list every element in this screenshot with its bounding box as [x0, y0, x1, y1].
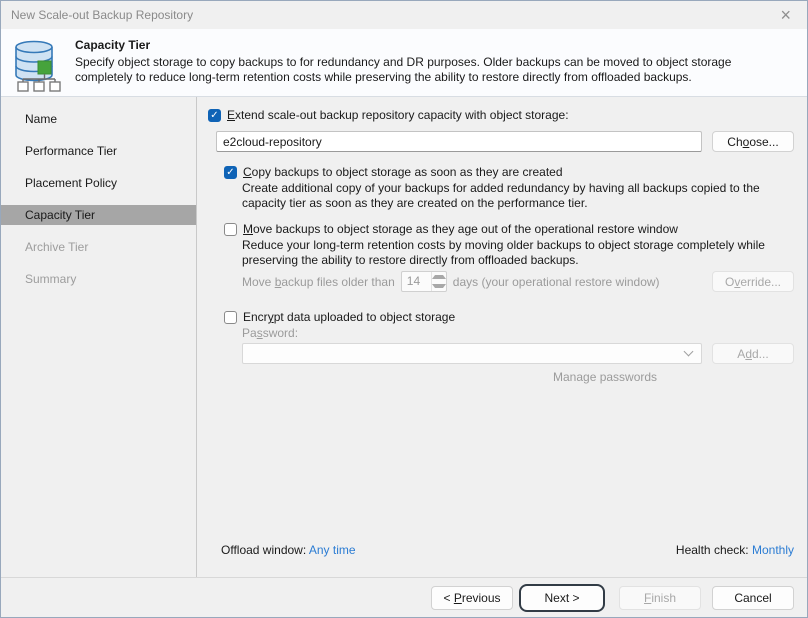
- copy-backups-checkbox[interactable]: ✓: [224, 166, 237, 179]
- encrypt-data-label[interactable]: Encrypt data uploaded to object storage: [243, 310, 455, 325]
- override-button: Override...: [712, 271, 794, 292]
- title-bar: New Scale-out Backup Repository ×: [1, 1, 807, 29]
- window-title: New Scale-out Backup Repository: [11, 8, 774, 22]
- encrypt-data-checkbox[interactable]: [224, 311, 237, 324]
- capacity-tier-panel: ✓ Extend scale-out backup repository cap…: [197, 97, 807, 577]
- wizard-header: Capacity Tier Specify object storage to …: [1, 29, 807, 97]
- move-age-suffix-label: days (your operational restore window): [453, 275, 660, 289]
- finish-button: Finish: [619, 586, 701, 610]
- move-age-prefix-label: Move backup files older than: [242, 275, 395, 289]
- manage-passwords-link: Manage passwords: [553, 370, 794, 384]
- sidebar-item-archive-tier: Archive Tier: [1, 237, 196, 257]
- wizard-steps-sidebar: Name Performance Tier Placement Policy C…: [1, 97, 197, 577]
- wizard-window: New Scale-out Backup Repository × Capaci…: [0, 0, 808, 618]
- next-button[interactable]: Next >: [521, 586, 603, 610]
- step-title: Capacity Tier: [75, 38, 790, 52]
- spinner-up-icon: [432, 272, 446, 282]
- password-label: Password:: [242, 327, 794, 340]
- sidebar-item-capacity-tier[interactable]: Capacity Tier: [1, 205, 196, 225]
- sidebar-item-name[interactable]: Name: [1, 109, 196, 129]
- copy-backups-description: Create additional copy of your backups f…: [242, 181, 794, 211]
- scale-out-repository-icon: [14, 39, 64, 90]
- previous-button[interactable]: < Previous: [431, 586, 513, 610]
- health-check-link[interactable]: Monthly: [752, 543, 794, 557]
- extend-capacity-checkbox[interactable]: ✓: [208, 109, 221, 122]
- offload-window-link[interactable]: Any time: [309, 543, 356, 557]
- password-combobox: [242, 343, 702, 364]
- health-check-label: Health check:: [676, 543, 752, 557]
- object-storage-repository-input[interactable]: [216, 131, 702, 152]
- move-backups-description: Reduce your long-term retention costs by…: [242, 238, 794, 268]
- spinner-down-icon: [432, 282, 446, 292]
- move-backups-label[interactable]: Move backups to object storage as they a…: [243, 222, 678, 237]
- wizard-footer: < Previous Next > Finish Cancel: [1, 577, 807, 618]
- add-password-button: Add...: [712, 343, 794, 364]
- copy-backups-label[interactable]: Copy backups to object storage as soon a…: [243, 165, 563, 180]
- close-icon[interactable]: ×: [774, 6, 797, 24]
- move-age-spinner: 14: [401, 271, 447, 292]
- health-check-row: Health check: Monthly: [676, 543, 794, 557]
- choose-button[interactable]: Choose...: [712, 131, 794, 152]
- chevron-down-icon: [684, 347, 694, 357]
- sidebar-item-performance-tier[interactable]: Performance Tier: [1, 141, 196, 161]
- sidebar-item-summary: Summary: [1, 269, 196, 289]
- offload-window-row: Offload window: Any time: [221, 543, 356, 557]
- sidebar-item-placement-policy[interactable]: Placement Policy: [1, 173, 196, 193]
- move-backups-checkbox[interactable]: [224, 223, 237, 236]
- extend-capacity-label[interactable]: Extend scale-out backup repository capac…: [227, 108, 569, 123]
- move-age-value: 14: [402, 272, 431, 291]
- step-description: Specify object storage to copy backups t…: [75, 55, 790, 85]
- cancel-button[interactable]: Cancel: [712, 586, 794, 610]
- offload-window-label: Offload window:: [221, 543, 309, 557]
